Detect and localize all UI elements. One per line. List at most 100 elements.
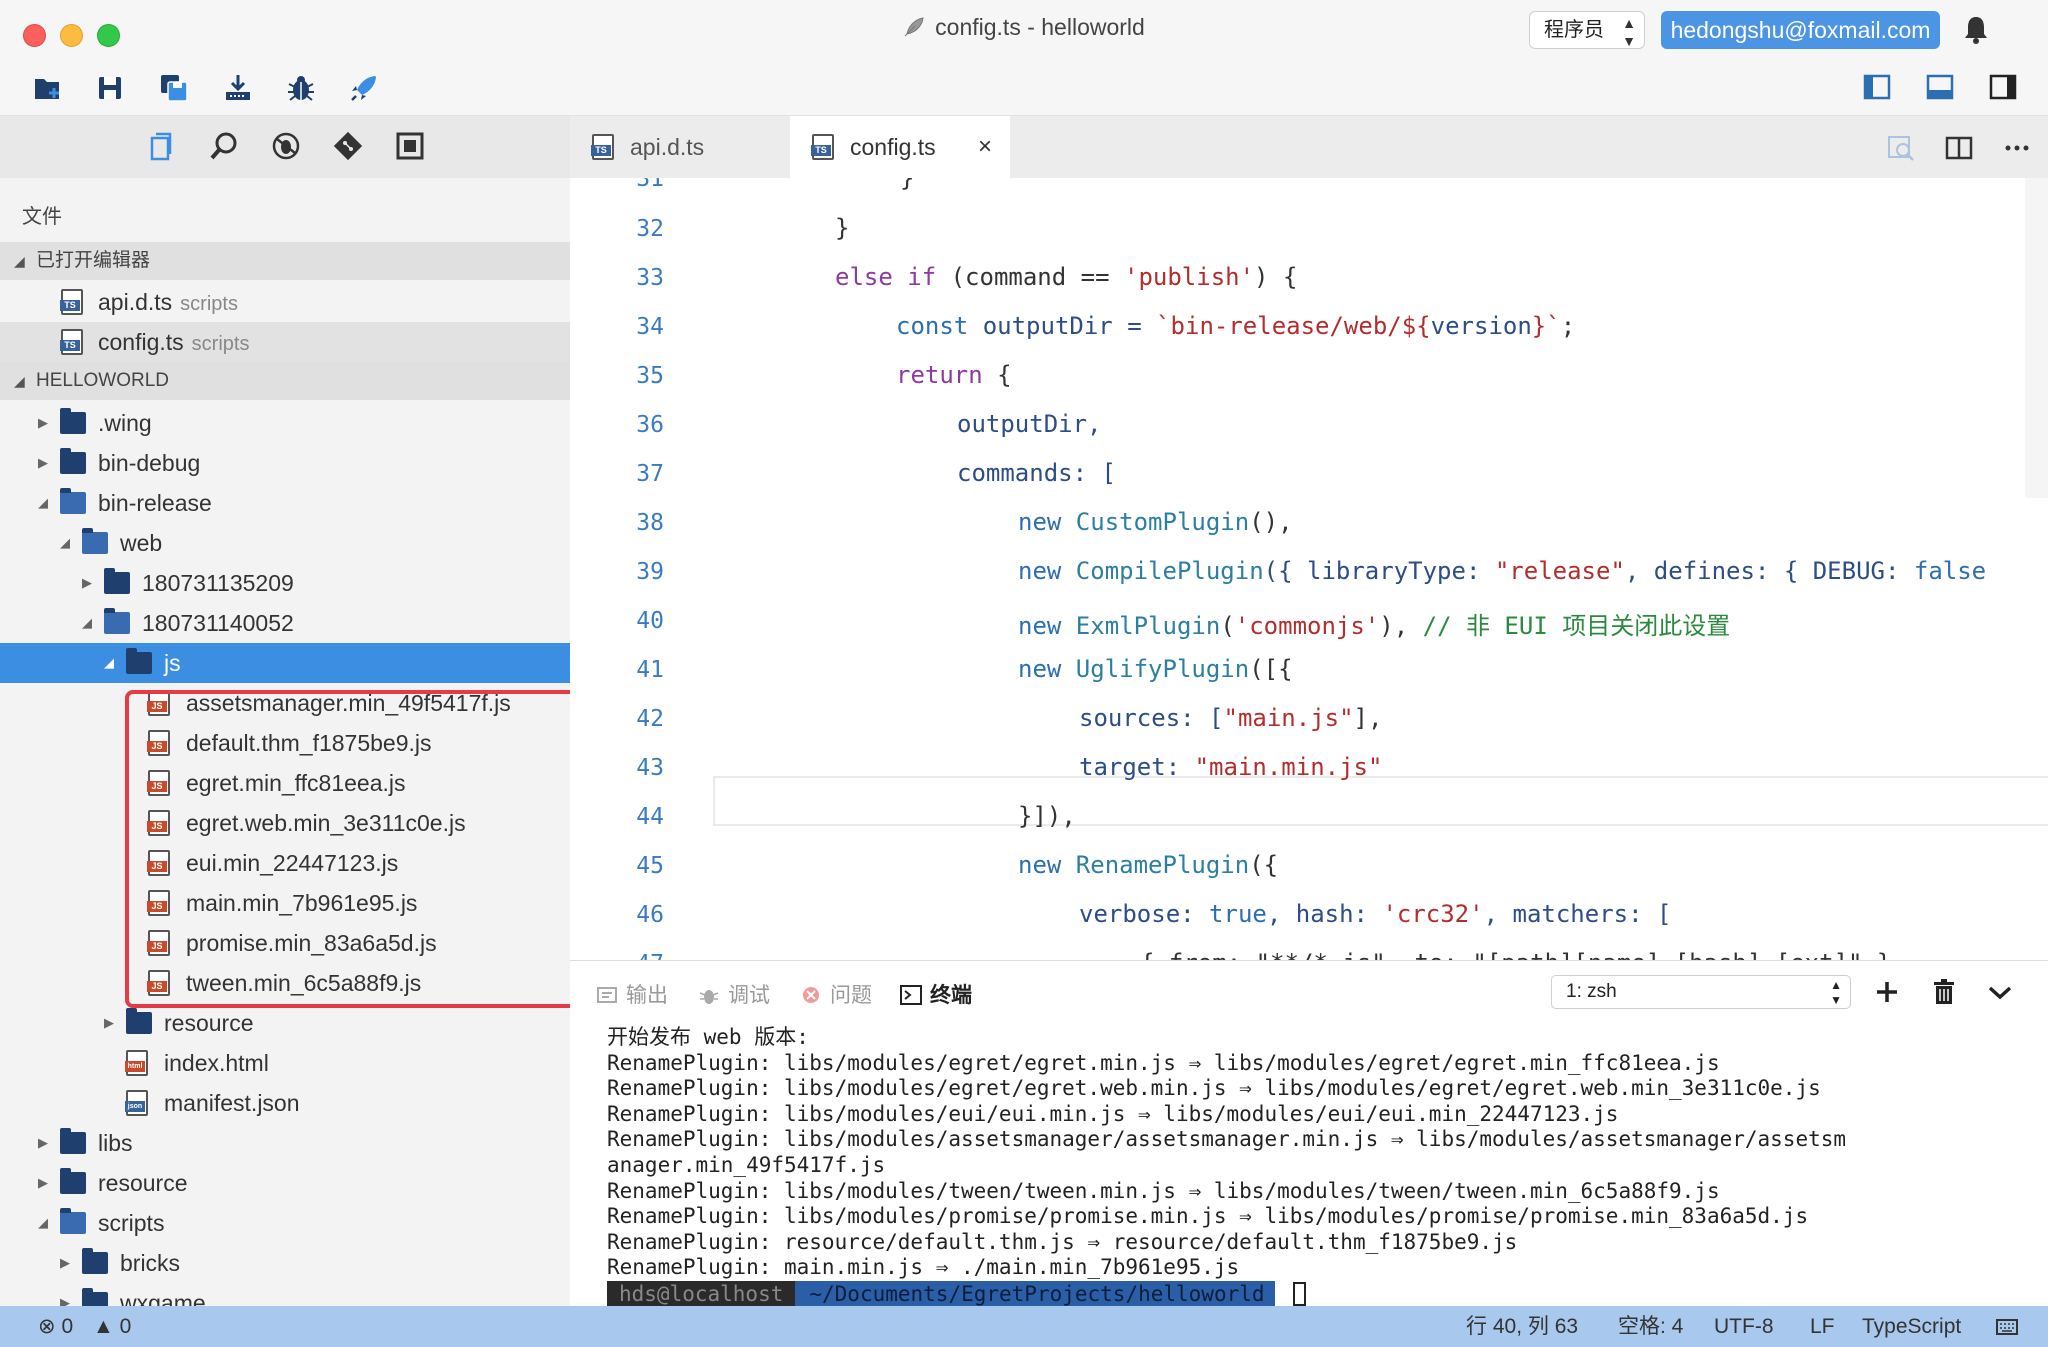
tree-folder-wxgame[interactable]: ▶ wxgame [0,1283,570,1306]
open-editor-label: api.d.ts [98,289,173,315]
build-icon[interactable] [222,72,254,104]
tree-file-manifest-json[interactable]: json manifest.json [0,1083,570,1123]
tree-label: egret.web.min_3e311c0e.js [186,810,466,836]
explorer-files-icon[interactable] [145,130,177,162]
tree-label: default.thm_f1875be9.js [186,730,432,756]
account-button[interactable]: hedongshu@foxmail.com [1661,11,1940,49]
debug-icon[interactable] [270,130,302,162]
tree-folder-bricks[interactable]: ▶ bricks [0,1243,570,1283]
tree-file-egret-web-min[interactable]: JS egret.web.min_3e311c0e.js [0,803,570,843]
panel-tab-output[interactable]: 输出 [596,979,668,1009]
tree-file-tween-min[interactable]: JS tween.min_6c5a88f9.js [0,963,570,1003]
trash-icon[interactable] [1930,978,1958,1006]
encoding[interactable]: UTF-8 [1714,1306,1774,1347]
tree-file-assetsmanager[interactable]: JS assetsmanager.min_49f5417f.js [0,683,570,723]
chevron-down-icon[interactable] [1986,978,2014,1006]
files-label: 文件 [22,206,62,228]
source-control-icon[interactable] [332,130,364,162]
close-tab-icon[interactable]: × [978,116,992,178]
tree-folder-resource-web[interactable]: ▶ resource [0,1003,570,1043]
tree-label: web [120,530,163,556]
tree-file-default-thm[interactable]: JS default.thm_f1875be9.js [0,723,570,763]
code-token: sources: [ [1079,704,1224,732]
toggle-panel-icon[interactable] [1926,73,1954,101]
role-select[interactable]: 程序员 ▲ ▼ [1529,11,1645,49]
panel-tab-terminal[interactable]: 终端 [900,979,972,1009]
terminal-output[interactable]: 开始发布 web 版本: RenamePlugin: libs/modules/e… [607,1025,1846,1281]
split-editor-icon[interactable] [1944,133,1974,163]
publish-rocket-icon[interactable] [348,72,380,104]
line-number: 37 [636,461,664,487]
js-file-icon: JS [147,970,170,996]
code-token: }` [1531,312,1561,340]
tree-file-egret-min[interactable]: JS egret.min_ffc81eea.js [0,763,570,803]
problems-count[interactable]: ⊗ 0 ▲ 0 [38,1306,131,1347]
save-all-icon[interactable] [158,72,190,104]
tree-label: promise.min_83a6a5d.js [186,930,437,956]
open-editors-header[interactable]: ◢ 已打开编辑器 [0,242,570,280]
terminal-line: 开始发布 web 版本: [607,1025,809,1049]
tree-file-index-html[interactable]: html index.html [0,1043,570,1083]
line-number: 40 [636,608,664,634]
open-preview-icon[interactable] [1886,133,1916,163]
language-mode[interactable]: TypeScript [1862,1306,1961,1347]
tree-folder-bin-debug[interactable]: ▶ bin-debug [0,443,570,483]
tab-config-ts[interactable]: TS config.ts × [790,116,1010,178]
line-number: 34 [636,314,664,340]
ts-file-icon: TS [60,289,83,315]
tree-folder-scripts[interactable]: ◢ scripts [0,1203,570,1243]
tree-file-promise-min[interactable]: JS promise.min_83a6a5d.js [0,923,570,963]
code-editor[interactable]: 31 32 33 34 35 36 37 38 39 40 41 42 43 4… [570,178,2048,960]
code-token: CustomPlugin [1061,508,1250,536]
tree-folder-180731140052[interactable]: ◢ 180731140052 [0,603,570,643]
open-editor-config-ts[interactable]: TS config.ts scripts [0,322,570,362]
tree-folder-180731135209[interactable]: ▶ 180731135209 [0,563,570,603]
folder-icon [60,448,86,474]
js-file-icon: JS [147,770,170,796]
code-token: 'publish' [1124,263,1255,291]
folder-icon [104,568,130,594]
tree-file-eui-min[interactable]: JS eui.min_22447123.js [0,843,570,883]
panel-tab-debug[interactable]: 调试 [698,979,770,1009]
extensions-icon[interactable] [394,130,426,162]
line-ending[interactable]: LF [1810,1306,1835,1347]
code-token: new [1018,655,1062,683]
tree-folder-resource[interactable]: ▶ resource [0,1163,570,1203]
cursor-position[interactable]: 行 40, 列 63 [1466,1306,1578,1347]
terminal-prompt[interactable]: hds@localhost ~/Documents/EgretProjects/h… [607,1281,1306,1307]
more-actions-icon[interactable] [2002,133,2032,163]
code-line: else if (command == 'publish') { [835,263,1297,291]
current-line-highlight [713,776,2048,826]
project-header[interactable]: ◢ HELLOWORLD [0,362,570,400]
toggle-right-pane-icon[interactable] [1989,73,2017,101]
minimap[interactable] [2025,178,2048,498]
code-comment: // 非 EUI 项目关闭此设置 [1422,612,1731,640]
tree-file-main-min[interactable]: JS main.min_7b961e95.js [0,883,570,923]
toggle-sidebar-icon[interactable] [1863,73,1891,101]
code-token: new [1018,508,1062,536]
tree-folder-bin-release[interactable]: ◢ bin-release [0,483,570,523]
debug-bug-icon[interactable] [285,72,317,104]
indentation[interactable]: 空格: 4 [1618,1306,1683,1347]
js-file-icon: JS [147,810,170,836]
new-folder-icon[interactable] [32,72,64,104]
new-terminal-plus-icon[interactable] [1873,978,1901,1006]
code-token: RenamePlugin [1061,851,1250,879]
code-line: new CustomPlugin(), [1018,508,1293,536]
tree-folder-libs[interactable]: ▶ libs [0,1123,570,1163]
code-token: ], [1353,704,1383,732]
search-icon[interactable] [208,130,240,162]
tab-api-d-ts[interactable]: TS api.d.ts [570,116,790,178]
tree-folder-js[interactable]: ◢ js [0,643,570,683]
terminal-select[interactable]: 1: zsh ▲ ▼ [1551,975,1851,1009]
bell-icon[interactable] [1962,15,1990,45]
open-editor-api-d-ts[interactable]: TS api.d.ts scripts [0,282,570,322]
folder-icon [82,1248,108,1274]
tree-folder-wing[interactable]: ▶ .wing [0,403,570,443]
keyboard-icon[interactable] [1996,1316,2018,1338]
panel-tab-problems[interactable]: 问题 [800,979,872,1009]
folder-icon [60,1168,86,1194]
open-folder-icon [60,488,86,514]
save-icon[interactable] [94,72,126,104]
tree-folder-web[interactable]: ◢ web [0,523,570,563]
